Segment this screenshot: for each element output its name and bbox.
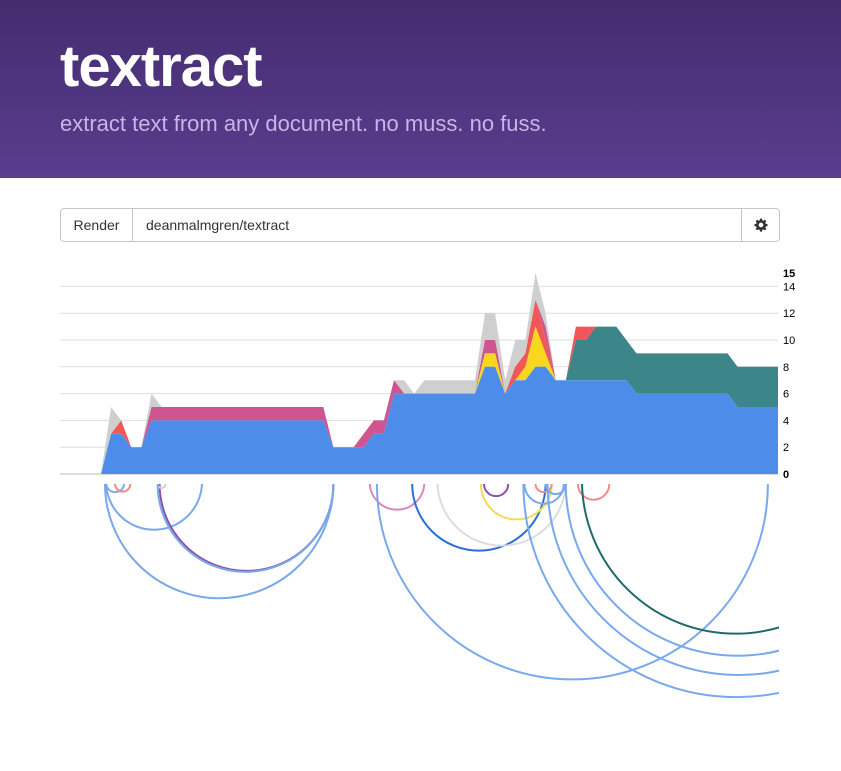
y-tick-label: 0 xyxy=(783,469,789,481)
y-tick-label: 6 xyxy=(783,389,789,401)
link-arc xyxy=(375,483,769,681)
repo-input[interactable] xyxy=(134,209,740,241)
repo-toolbar: Render xyxy=(60,208,780,242)
y-tick-label: 4 xyxy=(783,415,789,427)
link-arc xyxy=(104,483,335,600)
y-tick-label: 15 xyxy=(783,268,795,280)
activity-chart: 0 2 4 6 8 10 12 1415 xyxy=(60,268,795,699)
y-tick-label: 10 xyxy=(783,335,795,347)
link-arc xyxy=(479,483,553,521)
site-tagline: extract text from any document. no muss.… xyxy=(60,111,547,136)
link-arc xyxy=(483,483,510,498)
link-arcs xyxy=(104,483,779,699)
site-header: textract extract text from any document.… xyxy=(0,0,841,178)
link-arc xyxy=(522,483,779,699)
gear-icon xyxy=(753,218,768,232)
link-arc xyxy=(156,483,335,573)
y-tick-label: 2 xyxy=(783,442,789,454)
stacked-areas xyxy=(101,273,778,474)
settings-button[interactable] xyxy=(741,209,779,241)
y-axis-ticks: 0 2 4 6 8 10 12 1415 xyxy=(783,268,795,481)
link-arc xyxy=(436,483,567,547)
link-arc xyxy=(546,483,779,676)
y-tick-label: 14 xyxy=(783,281,795,293)
y-tick-label: 12 xyxy=(783,308,795,320)
y-tick-label: 8 xyxy=(783,362,789,374)
render-button[interactable]: Render xyxy=(61,209,133,241)
site-title: textract xyxy=(60,34,263,99)
